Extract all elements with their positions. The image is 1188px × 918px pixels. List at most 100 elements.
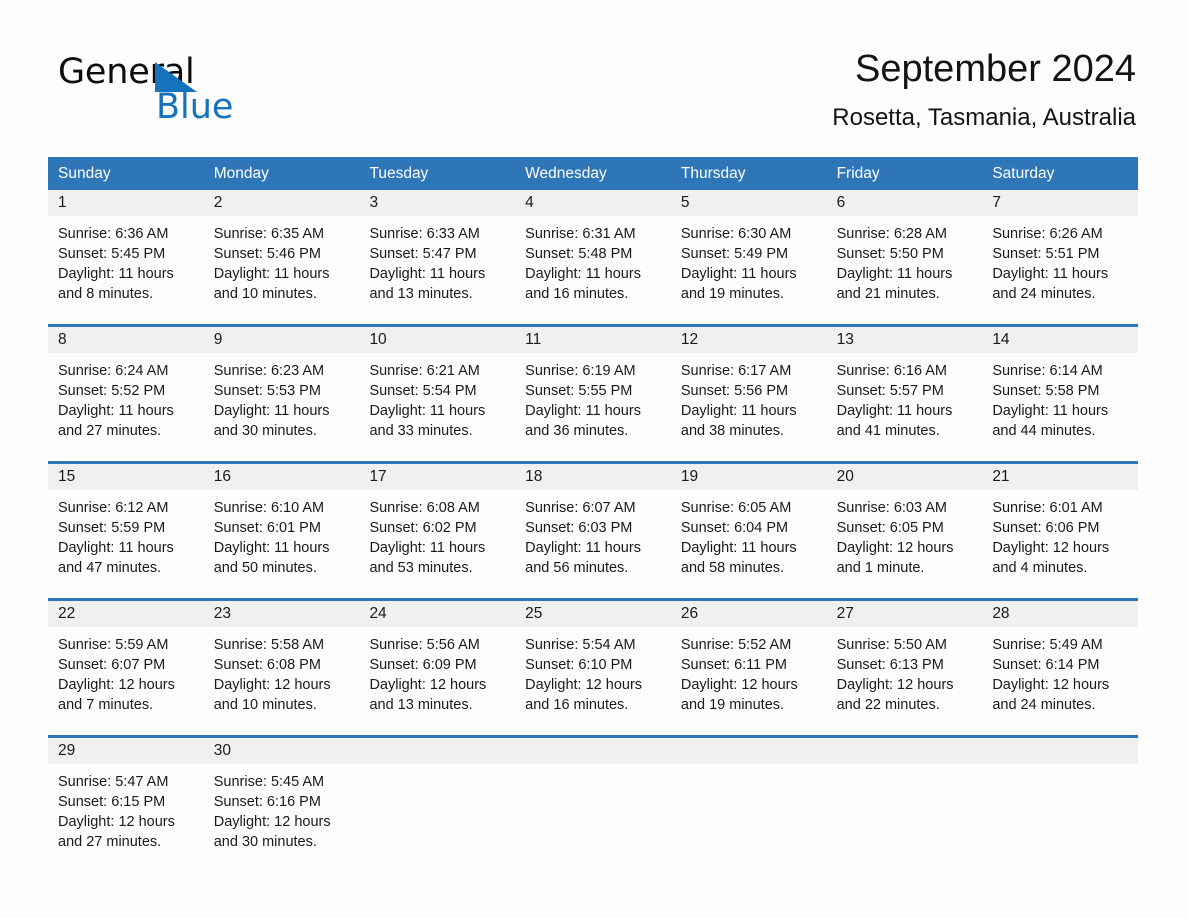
day-cell: Sunrise: 5:49 AM Sunset: 6:14 PM Dayligh… xyxy=(982,627,1138,735)
day-cell: Sunrise: 6:05 AM Sunset: 6:04 PM Dayligh… xyxy=(671,490,827,598)
day-number[interactable]: 18 xyxy=(515,464,671,490)
day-number[interactable]: 5 xyxy=(671,190,827,216)
sunrise-text: Sunrise: 6:17 AM xyxy=(680,363,792,379)
day-number[interactable]: 24 xyxy=(359,601,515,627)
day-number-empty xyxy=(515,738,671,764)
day-number[interactable]: 21 xyxy=(982,464,1138,490)
day-cell: Sunrise: 6:28 AM Sunset: 5:50 PM Dayligh… xyxy=(827,216,983,324)
daylight-text-line1: Daylight: 11 hours xyxy=(369,540,486,556)
day-number[interactable]: 9 xyxy=(204,327,360,353)
day-number[interactable]: 4 xyxy=(515,190,671,216)
day-number[interactable]: 27 xyxy=(827,601,983,627)
sunrise-text: Sunrise: 6:36 AM xyxy=(58,226,169,242)
day-cell: Sunrise: 5:52 AM Sunset: 6:11 PM Dayligh… xyxy=(671,627,827,735)
sunrise-text: Sunrise: 5:47 AM xyxy=(58,774,169,790)
day-cell-empty xyxy=(827,764,983,872)
day-number[interactable]: 11 xyxy=(515,327,671,353)
day-number[interactable]: 12 xyxy=(671,327,827,353)
daylight-text-line2: and 56 minutes. xyxy=(525,560,629,576)
sunrise-text: Sunrise: 6:10 AM xyxy=(213,500,325,516)
day-cell: Sunrise: 5:45 AM Sunset: 6:16 PM Dayligh… xyxy=(204,764,360,872)
daylight-text-line1: Daylight: 12 hours xyxy=(992,677,1110,693)
daylight-text-line1: Daylight: 12 hours xyxy=(213,814,331,830)
sunset-text: Sunset: 5:53 PM xyxy=(213,383,321,399)
day-cell: Sunrise: 6:23 AM Sunset: 5:53 PM Dayligh… xyxy=(204,353,360,461)
day-cell: Sunrise: 6:07 AM Sunset: 6:03 PM Dayligh… xyxy=(515,490,671,598)
weekday-header-friday: Friday xyxy=(836,165,880,182)
sunrise-text: Sunrise: 6:30 AM xyxy=(680,226,792,242)
sunset-text: Sunset: 6:13 PM xyxy=(836,657,944,673)
daylight-text-line1: Daylight: 11 hours xyxy=(369,266,486,282)
day-number[interactable]: 1 xyxy=(48,190,204,216)
day-cell-empty xyxy=(515,764,671,872)
day-number[interactable]: 16 xyxy=(204,464,360,490)
day-number[interactable]: 10 xyxy=(359,327,515,353)
sunset-text: Sunset: 5:47 PM xyxy=(369,246,477,262)
day-number[interactable]: 19 xyxy=(671,464,827,490)
daylight-text-line2: and 24 minutes. xyxy=(992,697,1096,713)
daylight-text-line1: Daylight: 11 hours xyxy=(680,403,797,419)
sunrise-text: Sunrise: 6:01 AM xyxy=(992,500,1103,516)
day-detail-row: Sunrise: 6:12 AM Sunset: 5:59 PM Dayligh… xyxy=(48,490,1138,598)
sunset-text: Sunset: 5:45 PM xyxy=(58,246,166,262)
daylight-text-line1: Daylight: 11 hours xyxy=(58,266,174,282)
day-number[interactable]: 3 xyxy=(359,190,515,216)
sunset-text: Sunset: 5:48 PM xyxy=(525,246,633,262)
day-number[interactable]: 8 xyxy=(48,327,204,353)
daylight-text-line1: Daylight: 12 hours xyxy=(369,677,487,693)
weekday-header-saturday: Saturday xyxy=(992,165,1055,182)
day-number[interactable]: 28 xyxy=(982,601,1138,627)
day-number[interactable]: 13 xyxy=(827,327,983,353)
daylight-text-line1: Daylight: 12 hours xyxy=(680,677,798,693)
sunset-text: Sunset: 6:07 PM xyxy=(58,657,166,673)
sunset-text: Sunset: 5:56 PM xyxy=(680,383,789,399)
day-cell: Sunrise: 6:14 AM Sunset: 5:58 PM Dayligh… xyxy=(982,353,1138,461)
day-number[interactable]: 29 xyxy=(48,738,204,764)
daylight-text-line1: Daylight: 11 hours xyxy=(525,540,641,556)
day-number[interactable]: 22 xyxy=(48,601,204,627)
daylight-text-line2: and 38 minutes. xyxy=(680,423,785,439)
day-number[interactable]: 2 xyxy=(204,190,360,216)
day-cell-empty xyxy=(671,764,827,872)
daylight-text-line2: and 8 minutes. xyxy=(58,286,154,302)
sunset-text: Sunset: 5:50 PM xyxy=(836,246,944,262)
daylight-text-line2: and 30 minutes. xyxy=(213,834,317,850)
location-subtitle: Rosetta, Tasmania, Australia xyxy=(832,104,1136,131)
sunset-text: Sunset: 5:52 PM xyxy=(58,383,166,399)
daylight-text-line2: and 44 minutes. xyxy=(992,423,1096,439)
daylight-text-line2: and 50 minutes. xyxy=(213,560,317,576)
sunset-text: Sunset: 6:04 PM xyxy=(680,520,789,536)
day-number-row: 22 23 24 25 26 27 28 xyxy=(48,601,1138,627)
daylight-text-line1: Daylight: 12 hours xyxy=(213,677,331,693)
day-number[interactable]: 6 xyxy=(827,190,983,216)
daylight-text-line2: and 27 minutes. xyxy=(58,423,162,439)
day-number[interactable]: 15 xyxy=(48,464,204,490)
day-number[interactable]: 7 xyxy=(982,190,1138,216)
sunrise-text: Sunrise: 6:28 AM xyxy=(836,226,948,242)
day-number[interactable]: 14 xyxy=(982,327,1138,353)
sunset-text: Sunset: 5:49 PM xyxy=(680,246,789,262)
day-cell: Sunrise: 6:16 AM Sunset: 5:57 PM Dayligh… xyxy=(827,353,983,461)
day-number-row: 29 30 xyxy=(48,738,1138,764)
sunset-text: Sunset: 5:59 PM xyxy=(58,520,166,536)
sunset-text: Sunset: 5:55 PM xyxy=(525,383,633,399)
sunrise-text: Sunrise: 6:08 AM xyxy=(369,500,480,516)
weekday-header-row: Sunday Monday Tuesday Wednesday Thursday… xyxy=(48,157,1138,190)
day-number-empty xyxy=(982,738,1138,764)
daylight-text-line1: Daylight: 12 hours xyxy=(525,677,643,693)
day-number[interactable]: 23 xyxy=(204,601,360,627)
day-number[interactable]: 17 xyxy=(359,464,515,490)
day-number[interactable]: 25 xyxy=(515,601,671,627)
daylight-text-line1: Daylight: 11 hours xyxy=(680,266,797,282)
day-number[interactable]: 26 xyxy=(671,601,827,627)
sunrise-text: Sunrise: 5:56 AM xyxy=(369,637,480,653)
daylight-text-line1: Daylight: 11 hours xyxy=(836,403,953,419)
daylight-text-line1: Daylight: 11 hours xyxy=(213,403,330,419)
sunrise-text: Sunrise: 6:14 AM xyxy=(992,363,1103,379)
day-number[interactable]: 30 xyxy=(204,738,360,764)
day-number[interactable]: 20 xyxy=(827,464,983,490)
daylight-text-line1: Daylight: 11 hours xyxy=(680,540,797,556)
daylight-text-line1: Daylight: 11 hours xyxy=(992,403,1109,419)
daylight-text-line2: and 1 minute. xyxy=(836,560,925,576)
daylight-text-line2: and 58 minutes. xyxy=(680,560,785,576)
